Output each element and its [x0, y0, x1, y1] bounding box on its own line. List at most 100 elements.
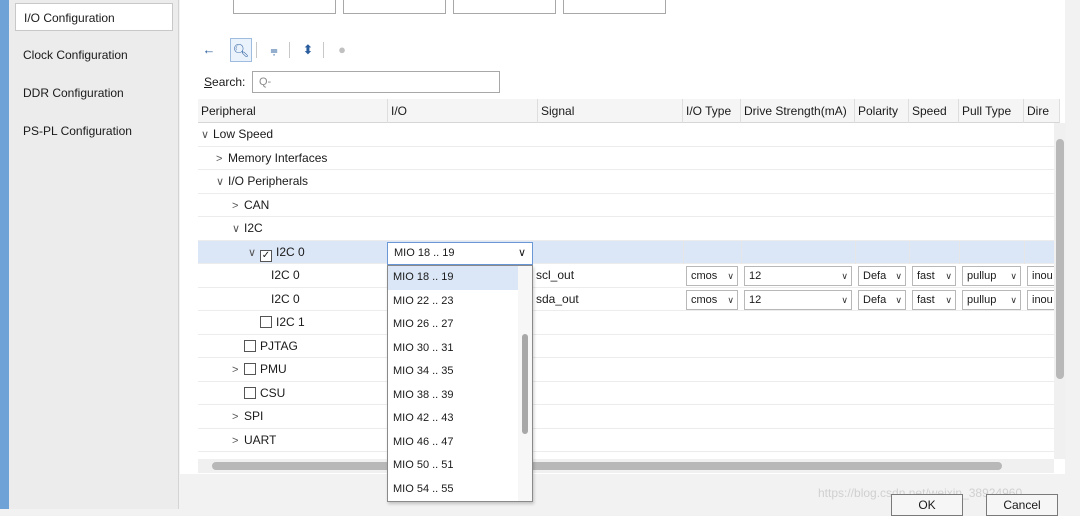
horizontal-scrollbar[interactable] — [198, 459, 1054, 473]
table-row[interactable]: > SPI — [198, 405, 1060, 429]
sidebar-item-clock-configuration[interactable]: Clock Configuration — [15, 41, 173, 69]
dropdown-option[interactable]: MIO 30 .. 31 — [388, 337, 519, 361]
table-row[interactable]: ∨ I2C — [198, 217, 1060, 241]
checkbox-unchecked[interactable] — [244, 386, 256, 399]
column-header-drive-strength[interactable]: Drive Strength(mA) — [741, 99, 855, 123]
chevron-right-icon[interactable]: > — [216, 148, 228, 170]
collapse-all-icon[interactable]: ⩦ — [263, 38, 285, 62]
dropdown-option[interactable]: MIO 42 .. 43 — [388, 407, 519, 431]
row-label: I2C 1 — [276, 315, 305, 329]
row-label: CAN — [244, 197, 270, 212]
toolbar-divider — [289, 42, 290, 58]
row-label: SPI — [244, 409, 264, 423]
scrollbar-thumb[interactable] — [1056, 139, 1064, 379]
dropdown-scrollbar[interactable] — [518, 266, 532, 501]
table-row[interactable]: I2C 1 — [198, 311, 1060, 335]
table-row[interactable]: > Memory Interfaces — [198, 147, 1060, 170]
search-label: Search: — [204, 75, 246, 89]
column-header-signal[interactable]: Signal — [538, 99, 683, 123]
checkbox-unchecked[interactable] — [244, 363, 256, 375]
table-row[interactable]: CSU — [198, 382, 1060, 405]
row-label: I2C 0 — [276, 244, 305, 259]
io-dropdown-list[interactable]: MIO 18 .. 19 MIO 22 .. 23 MIO 26 .. 27 M… — [387, 265, 533, 502]
dropdown-option[interactable]: MIO 22 .. 23 — [388, 290, 519, 314]
polarity-select[interactable]: Defa ∨ — [858, 266, 906, 286]
column-header-peripheral[interactable]: Peripheral — [198, 99, 388, 123]
checkbox-unchecked[interactable] — [244, 339, 256, 352]
io-type-select[interactable]: cmos ∨ — [686, 289, 738, 310]
dropdown-option[interactable]: MIO 18 .. 19 — [388, 266, 519, 290]
dropdown-option[interactable]: MIO 50 .. 51 — [388, 454, 519, 478]
cancel-button[interactable]: Cancel — [986, 494, 1058, 516]
chevron-down-icon: ∨ — [895, 271, 902, 281]
chevron-right-icon[interactable]: > — [232, 406, 244, 428]
table-row[interactable]: > UART — [198, 429, 1060, 452]
expand-all-icon[interactable]: ⬍ — [297, 38, 319, 62]
drive-strength-select[interactable]: 12 ∨ — [744, 266, 852, 286]
table-header: Peripheral I/O Signal I/O Type Drive Str… — [198, 99, 1060, 123]
scrollbar-thumb[interactable] — [522, 334, 528, 434]
io-type-select[interactable]: cmos ∨ — [686, 266, 738, 286]
pull-type-select[interactable]: pullup ∨ — [962, 266, 1021, 286]
table-row[interactable]: I2C 0 scl_out cmos ∨ 12 ∨ Defa ∨ fast ∨ pull… — [198, 264, 1060, 288]
dropdown-option[interactable]: MIO 26 .. 27 — [388, 313, 519, 337]
top-dropdown-3[interactable] — [453, 0, 556, 14]
sidebar-item-ddr-configuration[interactable]: DDR Configuration — [15, 79, 173, 107]
checkbox-checked[interactable]: ✓ — [260, 249, 272, 262]
speed-select[interactable]: fast ∨ — [912, 266, 956, 286]
back-arrow-icon[interactable]: ← — [198, 38, 220, 62]
vertical-scrollbar[interactable] — [1054, 123, 1066, 459]
pull-type-select[interactable]: pullup ∨ — [962, 289, 1021, 310]
search-icon[interactable]: 🔍︎ — [230, 38, 252, 62]
dropdown-option[interactable]: MIO 46 .. 47 — [388, 431, 519, 455]
column-header-pull-type[interactable]: Pull Type — [959, 99, 1024, 123]
checkbox-unchecked[interactable] — [260, 316, 272, 328]
dropdown-option[interactable]: MIO 54 .. 55 — [388, 478, 519, 502]
io-select[interactable]: MIO 18 .. 19 ∨ — [387, 242, 533, 265]
table-row[interactable]: > CAN — [198, 194, 1060, 217]
speed-select[interactable]: fast ∨ — [912, 289, 956, 310]
table-row[interactable]: > PMU — [198, 358, 1060, 382]
ok-button[interactable]: OK — [891, 494, 963, 516]
sidebar-item-ps-pl-configuration[interactable]: PS-PL Configuration — [15, 117, 173, 145]
scrollbar-thumb[interactable] — [212, 462, 1002, 470]
chevron-right-icon[interactable]: > — [232, 430, 244, 452]
column-header-speed[interactable]: Speed — [909, 99, 959, 123]
table-row[interactable]: PJTAG — [198, 335, 1060, 358]
table-row[interactable]: ∨ I/O Peripherals — [198, 170, 1060, 194]
chevron-down-icon[interactable]: ∨ — [248, 242, 260, 264]
top-dropdown-2[interactable] — [343, 0, 446, 14]
chevron-down-icon: ∨ — [895, 294, 902, 305]
drive-strength-select[interactable]: 12 ∨ — [744, 289, 852, 310]
polarity-select[interactable]: Defa ∨ — [858, 289, 906, 310]
row-label: I/O Peripherals — [228, 174, 309, 188]
table-row-selected[interactable]: ∨ ✓ I2C 0 — [198, 240, 1060, 264]
row-label: CSU — [260, 385, 286, 400]
column-header-direction[interactable]: Dire — [1024, 99, 1060, 123]
chevron-right-icon[interactable]: > — [232, 359, 244, 381]
row-label: I2C — [244, 221, 263, 235]
sidebar-item-io-configuration[interactable]: I/O Configuration — [15, 3, 173, 31]
chevron-down-icon: ∨ — [517, 247, 526, 259]
table-row[interactable]: I2C 0 sda_out cmos ∨ 12 ∨ Defa ∨ fast ∨ pull… — [198, 288, 1060, 311]
row-label: PJTAG — [260, 338, 298, 353]
search-input[interactable]: Q- — [252, 71, 500, 93]
dropdown-option[interactable]: MIO 34 .. 35 — [388, 360, 519, 384]
table-row[interactable]: ∨ Low Speed — [198, 123, 1060, 147]
window-edge — [0, 0, 9, 509]
chevron-down-icon[interactable]: ∨ — [216, 171, 228, 193]
dropdown-option[interactable]: MIO 38 .. 39 — [388, 384, 519, 408]
row-label: UART — [244, 432, 277, 447]
chevron-down-icon: ∨ — [727, 271, 734, 281]
chevron-down-icon: ∨ — [1010, 271, 1017, 281]
chevron-down-icon[interactable]: ∨ — [201, 124, 213, 146]
column-header-io-type[interactable]: I/O Type — [683, 99, 741, 123]
chevron-down-icon: ∨ — [1010, 294, 1017, 305]
column-header-io[interactable]: I/O — [388, 99, 538, 123]
top-dropdown-1[interactable] — [233, 0, 336, 14]
sidebar: I/O Configuration Clock Configuration DD… — [9, 0, 179, 509]
column-header-polarity[interactable]: Polarity — [855, 99, 909, 123]
top-dropdown-4[interactable] — [563, 0, 666, 14]
chevron-right-icon[interactable]: > — [232, 195, 244, 217]
chevron-down-icon[interactable]: ∨ — [232, 218, 244, 240]
